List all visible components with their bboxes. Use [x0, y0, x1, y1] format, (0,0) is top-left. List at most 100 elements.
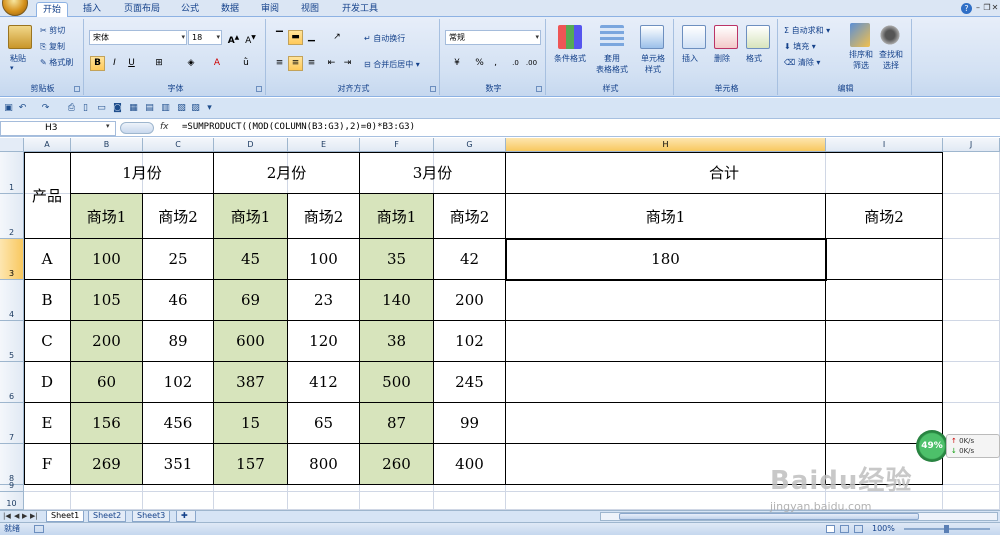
form-icon[interactable]: ▤ — [144, 103, 155, 114]
cell-value[interactable]: 99 — [434, 403, 506, 444]
cell-value[interactable]: 42 — [434, 239, 506, 280]
page-layout-view-icon[interactable] — [840, 525, 849, 533]
cell-value[interactable]: 600 — [214, 321, 288, 362]
cell-value[interactable]: 412 — [288, 362, 360, 403]
cell-total-store1[interactable] — [506, 403, 826, 444]
font-launcher-icon[interactable] — [256, 86, 262, 92]
cell-product-header[interactable]: 产品 — [24, 152, 71, 239]
row-header-8[interactable]: 8 — [0, 444, 24, 485]
align-bottom-button[interactable]: ▁ — [304, 30, 319, 45]
tab-home[interactable]: 开始 — [36, 2, 68, 18]
cell-value[interactable]: 25 — [143, 239, 214, 280]
grow-font-button[interactable]: A▲ — [226, 30, 241, 46]
cell-value[interactable]: 157 — [214, 444, 288, 485]
find-select-button[interactable]: 查找和 选择 — [876, 49, 906, 71]
sort-filter-button[interactable]: 排序和 筛选 — [846, 49, 876, 71]
tab-insert[interactable]: 插入 — [78, 2, 106, 17]
table-icon[interactable]: ▦ — [128, 103, 139, 114]
cell-product[interactable]: D — [24, 362, 71, 403]
chart-icon[interactable]: ▨ — [190, 103, 201, 114]
first-sheet-icon[interactable]: |◀ — [3, 512, 11, 520]
cell-value[interactable]: 60 — [71, 362, 143, 403]
paste-icon[interactable] — [8, 25, 32, 49]
sheet-tab-3[interactable]: Sheet3 — [132, 511, 171, 522]
copy-button[interactable]: ⎘ 复制 — [40, 41, 65, 52]
insert-function-icon[interactable]: fx — [160, 122, 169, 132]
border-button[interactable]: ⊞ — [148, 56, 170, 71]
column-header-G[interactable]: G — [434, 138, 506, 152]
tab-developer[interactable]: 开发工具 — [336, 2, 384, 17]
cell-month-header[interactable]: 2月份 — [214, 152, 360, 194]
cell-store-header[interactable]: 商场1 — [214, 194, 288, 239]
tab-review[interactable]: 审阅 — [256, 2, 284, 17]
cell-total-store1[interactable] — [506, 280, 826, 321]
row-header-9[interactable]: 9 — [0, 481, 24, 492]
row-header-6[interactable]: 6 — [0, 362, 24, 403]
redo-icon[interactable]: ↷ — [40, 103, 51, 114]
name-box-dropdown-icon[interactable]: ▾ — [106, 122, 110, 130]
column-header-E[interactable]: E — [288, 138, 360, 152]
print-preview-icon[interactable]: ⎙ — [66, 103, 77, 114]
sheet-tab-2[interactable]: Sheet2 — [88, 511, 127, 522]
restore-icon[interactable]: ❐ — [983, 4, 991, 12]
cell-value[interactable]: 269 — [71, 444, 143, 485]
cell-value[interactable]: 140 — [360, 280, 434, 321]
italic-button[interactable]: I — [107, 56, 122, 71]
number-launcher-icon[interactable] — [536, 86, 542, 92]
last-sheet-icon[interactable]: ▶| — [30, 512, 38, 520]
column-header-H[interactable]: H — [506, 138, 826, 152]
cell-total-store2[interactable] — [826, 321, 943, 362]
next-sheet-icon[interactable]: ▶ — [22, 512, 27, 520]
minimize-icon[interactable]: – — [974, 4, 982, 12]
underline-button[interactable]: U — [124, 56, 139, 71]
column-header-F[interactable]: F — [360, 138, 434, 152]
undo-icon[interactable]: ↶ — [17, 103, 28, 114]
align-top-button[interactable]: ▔ — [272, 30, 287, 45]
cell-value[interactable]: 260 — [360, 444, 434, 485]
cell-total-store1-header[interactable]: 商场1 — [506, 194, 826, 239]
normal-view-icon[interactable] — [826, 525, 835, 533]
tab-view[interactable]: 视图 — [296, 2, 324, 17]
cell-value[interactable]: 351 — [143, 444, 214, 485]
cell-styles-button[interactable]: 单元格 样式 — [634, 53, 672, 75]
cell-product[interactable]: E — [24, 403, 71, 444]
cell-product[interactable]: B — [24, 280, 71, 321]
column-header-D[interactable]: D — [214, 138, 288, 152]
cell-store-header[interactable]: 商场1 — [360, 194, 434, 239]
cell-value[interactable]: 387 — [214, 362, 288, 403]
prev-sheet-icon[interactable]: ◀ — [14, 512, 19, 520]
cell-value[interactable]: 156 — [71, 403, 143, 444]
cell-value[interactable]: 23 — [288, 280, 360, 321]
cell-value[interactable]: 46 — [143, 280, 214, 321]
comma-button[interactable]: , — [488, 56, 503, 71]
cell-store-header[interactable]: 商场2 — [288, 194, 360, 239]
column-header-I[interactable]: I — [826, 138, 943, 152]
page-break-view-icon[interactable] — [854, 525, 863, 533]
zoom-slider-thumb[interactable] — [944, 525, 949, 533]
cell-total-header[interactable]: 合计 — [506, 152, 943, 194]
camera-icon[interactable]: ◙ — [112, 103, 123, 114]
conditional-format-button[interactable]: 条件格式 — [550, 53, 590, 64]
formula-input[interactable]: =SUMPRODUCT((MOD(COLUMN(B3:G3),2)=0)*B3:… — [182, 122, 415, 132]
percent-button[interactable]: % — [472, 56, 487, 71]
new-file-icon[interactable]: ▯ — [80, 103, 91, 114]
increase-indent-button[interactable]: ⇥ — [340, 56, 355, 71]
row-header-2[interactable]: 2 — [0, 194, 24, 239]
format-painter-button[interactable]: ✎ 格式刷 — [40, 57, 73, 68]
freeze-icon[interactable]: ▥ — [160, 103, 171, 114]
row-header-1[interactable]: 1 — [0, 152, 24, 194]
office-button[interactable] — [2, 0, 28, 16]
orientation-button[interactable]: ↗ — [326, 30, 348, 45]
insert-sheet-icon[interactable]: ✚ — [176, 511, 196, 522]
cell-total-store2[interactable] — [826, 280, 943, 321]
sheet-tab-1[interactable]: Sheet1 — [46, 511, 85, 522]
cell-value[interactable]: 100 — [288, 239, 360, 280]
cell-value[interactable]: 456 — [143, 403, 214, 444]
tab-formulas[interactable]: 公式 — [176, 2, 204, 17]
cell-total-store1[interactable] — [506, 362, 826, 403]
font-size-combo[interactable]: 18 ▾ — [188, 30, 222, 45]
row-header-3[interactable]: 3 — [0, 239, 24, 280]
cell-store-header[interactable]: 商场2 — [143, 194, 214, 239]
bold-button[interactable]: B — [90, 56, 105, 71]
save-icon[interactable]: ▣ — [3, 103, 14, 114]
